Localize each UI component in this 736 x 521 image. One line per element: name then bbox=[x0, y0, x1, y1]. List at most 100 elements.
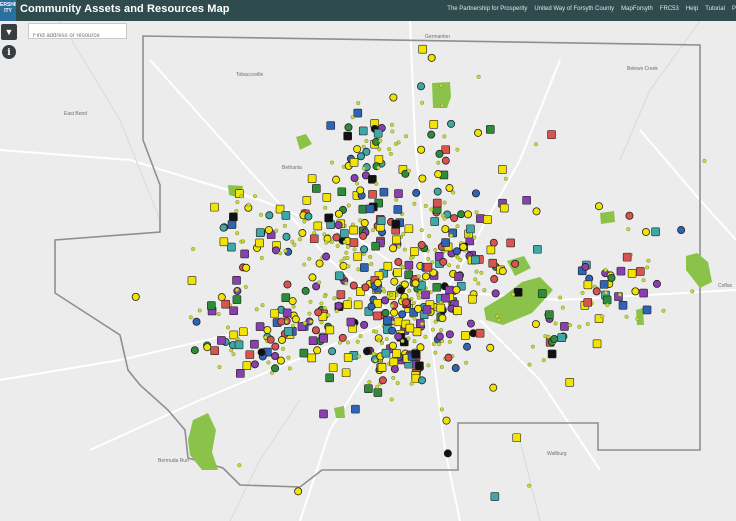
resource-icon-marker[interactable] bbox=[368, 189, 377, 199]
resource-icon-marker[interactable] bbox=[341, 368, 351, 378]
resource-dot-marker[interactable] bbox=[530, 344, 535, 349]
resource-dot-marker[interactable] bbox=[603, 267, 608, 272]
resource-marker[interactable] bbox=[332, 233, 341, 242]
resource-icon-marker[interactable] bbox=[404, 260, 414, 270]
resource-icon-marker[interactable] bbox=[394, 317, 403, 327]
resource-icon-marker[interactable] bbox=[219, 237, 229, 247]
resource-dot-marker[interactable] bbox=[419, 228, 424, 233]
resource-dot-marker[interactable] bbox=[302, 262, 307, 267]
resource-dot-marker[interactable] bbox=[322, 306, 327, 311]
resource-dot-marker[interactable] bbox=[308, 319, 313, 324]
resource-icon-marker[interactable] bbox=[651, 227, 660, 237]
resource-dot-marker[interactable] bbox=[368, 254, 373, 259]
resource-dot-marker[interactable] bbox=[377, 147, 382, 152]
resource-icon-marker[interactable] bbox=[392, 349, 401, 358]
resource-dot-marker[interactable] bbox=[472, 235, 477, 240]
resource-dot-marker[interactable] bbox=[605, 303, 610, 308]
resource-icon-marker[interactable] bbox=[485, 125, 495, 134]
resource-icon-marker[interactable] bbox=[404, 224, 414, 234]
resource-marker[interactable] bbox=[441, 156, 450, 165]
resource-dot-marker[interactable] bbox=[259, 255, 264, 260]
resource-dot-marker[interactable] bbox=[258, 212, 263, 217]
resource-icon-marker[interactable] bbox=[393, 268, 402, 277]
resource-dot-marker[interactable] bbox=[344, 250, 349, 255]
resource-icon-marker[interactable] bbox=[618, 300, 628, 310]
nav-link-truncated[interactable]: P bbox=[732, 6, 736, 12]
resource-dot-marker[interactable] bbox=[635, 316, 640, 321]
resource-icon-marker[interactable] bbox=[412, 327, 422, 337]
resource-dot-marker[interactable] bbox=[495, 314, 500, 319]
resource-marker[interactable] bbox=[390, 308, 399, 317]
resource-dot-marker[interactable] bbox=[254, 307, 259, 312]
resource-dot-marker[interactable] bbox=[302, 219, 307, 224]
resource-dot-marker[interactable] bbox=[427, 234, 432, 239]
resource-dot-marker[interactable] bbox=[439, 83, 444, 88]
resource-dot-marker[interactable] bbox=[476, 74, 481, 79]
resource-icon-marker[interactable] bbox=[376, 216, 386, 226]
resource-marker[interactable] bbox=[242, 263, 251, 272]
resource-marker[interactable] bbox=[511, 259, 520, 268]
resource-marker[interactable] bbox=[450, 214, 459, 223]
resource-icon-marker[interactable] bbox=[349, 225, 359, 235]
resource-dot-marker[interactable] bbox=[534, 142, 539, 147]
resource-marker[interactable] bbox=[631, 287, 640, 296]
resource-marker[interactable] bbox=[344, 123, 353, 132]
resource-marker[interactable] bbox=[315, 259, 324, 268]
resource-dot-marker[interactable] bbox=[355, 339, 360, 344]
resource-marker[interactable] bbox=[412, 188, 421, 197]
resource-dot-marker[interactable] bbox=[369, 262, 374, 267]
resource-marker[interactable] bbox=[266, 335, 275, 344]
resource-marker[interactable] bbox=[452, 247, 461, 256]
resource-marker[interactable] bbox=[444, 353, 453, 362]
resource-icon-marker[interactable] bbox=[353, 108, 363, 118]
resource-icon-marker[interactable] bbox=[475, 328, 485, 338]
resource-dot-marker[interactable] bbox=[355, 181, 360, 186]
resource-marker[interactable] bbox=[451, 364, 460, 373]
resource-dot-marker[interactable] bbox=[283, 248, 288, 253]
resource-icon-marker[interactable] bbox=[255, 238, 264, 248]
resource-dot-marker[interactable] bbox=[546, 334, 551, 339]
resource-icon-marker[interactable] bbox=[210, 202, 219, 212]
resource-dot-marker[interactable] bbox=[394, 197, 399, 202]
resource-marker[interactable] bbox=[339, 261, 348, 270]
resource-icon-marker[interactable] bbox=[325, 325, 335, 335]
resource-icon-marker[interactable] bbox=[250, 339, 259, 349]
resource-icon-marker[interactable] bbox=[522, 195, 531, 205]
resource-dot-marker[interactable] bbox=[641, 278, 646, 283]
resource-marker[interactable] bbox=[332, 175, 341, 184]
resource-icon-marker[interactable] bbox=[423, 262, 433, 272]
resource-icon-marker[interactable] bbox=[227, 242, 236, 252]
resource-marker[interactable] bbox=[322, 252, 331, 261]
resource-marker[interactable] bbox=[367, 302, 376, 311]
resource-marker[interactable] bbox=[489, 238, 498, 247]
resource-marker[interactable] bbox=[490, 275, 499, 284]
resource-marker[interactable] bbox=[438, 314, 447, 323]
resource-icon-marker[interactable] bbox=[313, 221, 323, 231]
resource-dot-marker[interactable] bbox=[431, 342, 436, 347]
resource-marker[interactable] bbox=[334, 221, 343, 230]
resource-marker[interactable] bbox=[421, 272, 430, 281]
resource-icon-marker[interactable] bbox=[498, 165, 507, 174]
resource-dot-marker[interactable] bbox=[396, 244, 401, 249]
resource-marker[interactable] bbox=[203, 343, 212, 352]
resource-icon-marker[interactable] bbox=[411, 349, 421, 359]
resource-marker[interactable] bbox=[291, 315, 300, 324]
resource-dot-marker[interactable] bbox=[274, 228, 279, 233]
resource-icon-marker[interactable] bbox=[461, 331, 470, 340]
resource-dot-marker[interactable] bbox=[407, 288, 412, 293]
resource-marker[interactable] bbox=[131, 292, 140, 301]
resource-marker[interactable] bbox=[394, 332, 403, 341]
resource-icon-marker[interactable] bbox=[592, 339, 602, 349]
resource-dot-marker[interactable] bbox=[416, 295, 421, 300]
resource-marker[interactable] bbox=[433, 187, 442, 196]
resource-icon-marker[interactable] bbox=[217, 336, 226, 345]
resource-dot-marker[interactable] bbox=[412, 339, 417, 344]
resource-icon-marker[interactable] bbox=[324, 213, 333, 223]
resource-icon-marker[interactable] bbox=[328, 363, 338, 372]
resource-dot-marker[interactable] bbox=[497, 318, 502, 323]
resource-marker[interactable] bbox=[190, 346, 199, 355]
resource-marker[interactable] bbox=[550, 334, 559, 343]
resource-dot-marker[interactable] bbox=[464, 360, 469, 365]
resource-marker[interactable] bbox=[356, 186, 365, 195]
partnership-logo[interactable]: ERSHIP ITY bbox=[0, 0, 16, 21]
